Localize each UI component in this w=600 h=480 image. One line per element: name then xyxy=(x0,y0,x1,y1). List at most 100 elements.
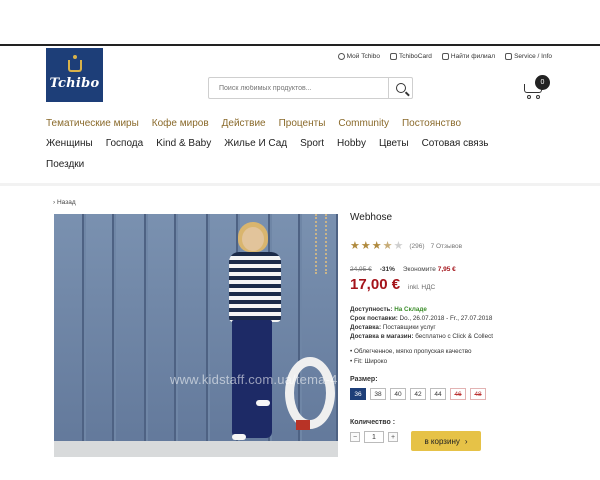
delivery-label: Доставка: xyxy=(350,324,382,331)
rating-stars: ★ ★ ★ ★ ★ xyxy=(350,241,403,252)
add-to-cart-button[interactable]: в корзину › xyxy=(411,431,481,451)
star-empty-icon: ★ xyxy=(393,240,404,252)
search-bar xyxy=(208,77,413,99)
wall-plank xyxy=(54,214,84,457)
nav-row-categories: Женщины Господа Kind & Baby Жилье И Сад … xyxy=(46,138,489,149)
my-tchibo-label: Мой Tchibo xyxy=(346,53,380,60)
floor xyxy=(54,441,338,457)
my-tchibo-link[interactable]: Мой Tchibo xyxy=(337,53,380,60)
star-icon: ★ xyxy=(350,240,360,252)
top-border xyxy=(0,44,600,46)
nav-item-percent[interactable]: Проценты xyxy=(279,118,326,129)
rating-count: (296) xyxy=(409,243,425,250)
size-option-unavailable[interactable]: 48 xyxy=(470,388,486,400)
reviews-link[interactable]: 7 Отзывов xyxy=(431,243,463,250)
model-shoe xyxy=(232,434,246,440)
chevron-right-icon: › xyxy=(464,436,468,446)
back-label: Назад xyxy=(56,199,76,206)
quantity-stepper: − 1 + xyxy=(350,431,398,443)
back-link[interactable]: › Назад xyxy=(53,199,76,206)
savings-value: 7,95 € xyxy=(437,266,456,273)
nav-item-permanence[interactable]: Постоянство xyxy=(402,118,461,129)
size-option[interactable]: 38 xyxy=(370,388,386,400)
feature-item: Облегченное, мягко пропуская качество xyxy=(350,347,472,357)
quantity-label: Количество : xyxy=(350,419,396,426)
store-delivery-row: Доставка в магазин: бесплатно с Click & … xyxy=(350,332,493,341)
wall-plank xyxy=(178,214,208,457)
size-option-unavailable[interactable]: 46 xyxy=(450,388,466,400)
tchibo-logo[interactable]: Tchibo xyxy=(46,48,103,102)
find-store-label: Найти филиал xyxy=(450,53,496,60)
delivery-time-value: Do., 26.07.2018 - Fr., 27.07.2018 xyxy=(399,315,493,322)
size-option[interactable]: 40 xyxy=(390,388,406,400)
product-features: Облегченное, мягко пропуская качество Fi… xyxy=(350,347,472,367)
nav-row-extra: Поездки xyxy=(46,159,84,170)
model-head xyxy=(242,227,264,251)
nav-item-action[interactable]: Действие xyxy=(222,118,266,129)
nav-item-men[interactable]: Господа xyxy=(106,138,143,149)
service-info-link[interactable]: Service / Info xyxy=(505,53,552,60)
price-row: 17,00 € inkl. НДС xyxy=(350,276,435,293)
delivery-time-label: Срок поставки: xyxy=(350,315,398,322)
availability-row: Доступность: На Складе xyxy=(350,305,493,314)
nav-item-hobby[interactable]: Hobby xyxy=(337,138,366,149)
user-icon xyxy=(337,53,345,60)
size-label: Размер: xyxy=(350,376,378,383)
nav-item-community[interactable]: Community xyxy=(338,118,389,129)
tchibocard-label: TchiboCard xyxy=(399,53,432,60)
discount-percent: -31% xyxy=(379,266,395,273)
size-option[interactable]: 36 xyxy=(350,388,366,400)
wall-plank xyxy=(86,214,114,457)
delivery-value: Поставщики услуг xyxy=(382,324,436,331)
cart-count-badge: 0 xyxy=(535,75,550,90)
wall-plank xyxy=(116,214,146,457)
store-icon xyxy=(441,53,449,60)
utility-links: Мой Tchibo TchiboCard Найти филиал Servi… xyxy=(337,53,552,60)
star-icon: ★ xyxy=(360,240,371,252)
cart-wheel xyxy=(536,95,540,99)
quantity-value[interactable]: 1 xyxy=(364,431,384,443)
savings: Экономите 7,95 € xyxy=(403,266,456,273)
nav-item-kids[interactable]: Kind & Baby xyxy=(156,138,211,149)
monitor-icon xyxy=(505,53,513,60)
nav-row-top: Тематические миры Кофе миров Действие Пр… xyxy=(46,118,461,129)
store-delivery-label: Доставка в магазин: xyxy=(350,333,414,340)
model-striped-top xyxy=(229,252,281,322)
card-icon xyxy=(390,53,397,60)
product-rating[interactable]: ★ ★ ★ ★ ★ (296) 7 Отзывов xyxy=(350,241,462,252)
rope xyxy=(315,214,327,274)
section-divider xyxy=(0,183,600,186)
tchibocard-link[interactable]: TchiboCard xyxy=(390,53,432,60)
nav-item-themes[interactable]: Тематические миры xyxy=(46,118,139,129)
find-store-link[interactable]: Найти филиал xyxy=(441,53,496,60)
quantity-decrease-button[interactable]: − xyxy=(350,432,360,442)
logo-text: Tchibo xyxy=(49,75,100,91)
wall-plank xyxy=(148,214,176,457)
current-price: 17,00 € xyxy=(350,276,401,293)
nav-item-sport[interactable]: Sport xyxy=(300,138,324,149)
vat-note: inkl. НДС xyxy=(408,284,436,291)
search-input[interactable] xyxy=(209,78,388,98)
nav-item-flowers[interactable]: Цветы xyxy=(379,138,409,149)
search-icon xyxy=(395,83,406,93)
nav-item-home-garden[interactable]: Жилье И Сад xyxy=(224,138,287,149)
size-option[interactable]: 42 xyxy=(410,388,426,400)
service-info-label: Service / Info xyxy=(514,53,552,60)
star-half-icon: ★ xyxy=(382,240,393,252)
availability-label: Доступность: xyxy=(350,306,393,313)
product-title: Webhose xyxy=(350,212,393,223)
lifebuoy-stripe xyxy=(296,420,310,430)
delivery-time-row: Срок поставки: Do., 26.07.2018 - Fr., 27… xyxy=(350,314,493,323)
model-shoe xyxy=(256,400,270,406)
lifebuoy xyxy=(285,357,335,429)
search-button[interactable] xyxy=(388,78,412,98)
store-delivery-value: бесплатно с Click & Collect xyxy=(415,333,493,340)
size-selector: 36 38 40 42 44 46 48 xyxy=(350,388,486,400)
old-price: 24,95 € xyxy=(350,266,372,273)
nav-item-women[interactable]: Женщины xyxy=(46,138,93,149)
nav-item-coffee[interactable]: Кофе миров xyxy=(152,118,209,129)
nav-item-mobile[interactable]: Сотовая связь xyxy=(422,138,489,149)
quantity-increase-button[interactable]: + xyxy=(388,432,398,442)
nav-item-travel[interactable]: Поездки xyxy=(46,159,84,170)
size-option[interactable]: 44 xyxy=(430,388,446,400)
